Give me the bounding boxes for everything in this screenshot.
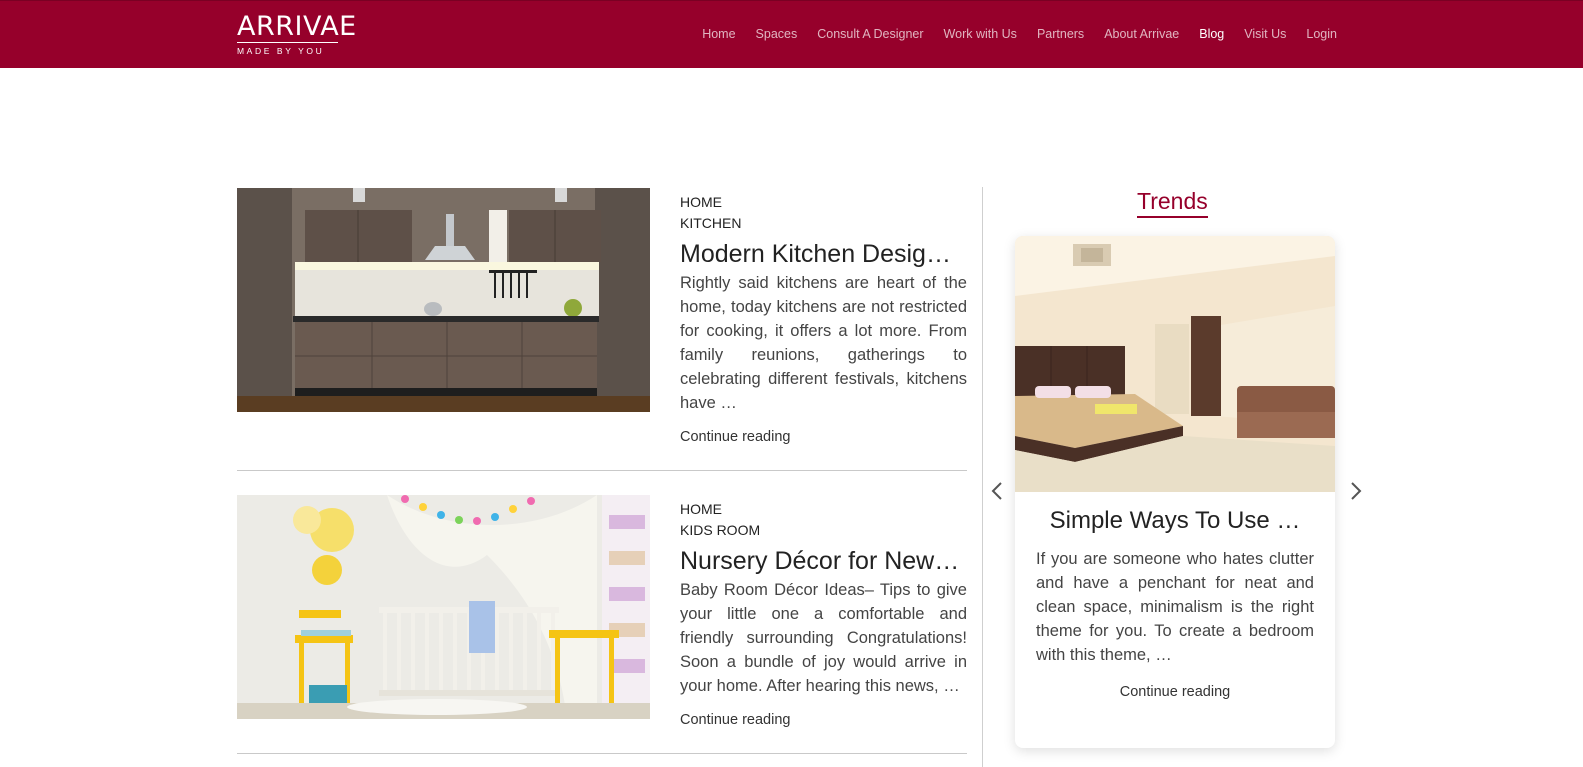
post-body: HOME KITCHEN Modern Kitchen Desig… Right… — [680, 192, 967, 445]
nav-login[interactable]: Login — [1306, 27, 1337, 41]
sidebar-separator — [982, 187, 983, 767]
post-image-nursery[interactable] — [237, 495, 650, 719]
brand-logo[interactable]: ARRIVAE MADE BY YOU — [237, 11, 357, 59]
trend-card-excerpt: If you are someone who hates clutter and… — [1036, 550, 1314, 664]
post-category-kids-room[interactable]: KIDS ROOM — [680, 520, 967, 541]
post-excerpt: Rightly said kitchens are heart of the h… — [680, 274, 967, 412]
post-category-home[interactable]: HOME — [680, 499, 967, 520]
continue-reading-link[interactable]: Continue reading — [680, 712, 967, 728]
continue-reading-link[interactable]: Continue reading — [1015, 684, 1335, 700]
brand-name: ARRIVAE — [237, 11, 357, 42]
nav-partners[interactable]: Partners — [1037, 27, 1084, 41]
post-divider — [237, 753, 967, 754]
nav-visit-us[interactable]: Visit Us — [1244, 27, 1286, 41]
nav-consult-a-designer[interactable]: Consult A Designer — [817, 27, 923, 41]
trend-card: Simple Ways To Use … If you are someone … — [1015, 236, 1335, 748]
continue-reading-link[interactable]: Continue reading — [680, 429, 967, 445]
post-image-kitchen[interactable] — [237, 188, 650, 412]
trend-card-image-bedroom[interactable] — [1015, 236, 1335, 492]
brand-tagline: MADE BY YOU — [237, 46, 325, 56]
chevron-left-icon — [991, 481, 1003, 506]
logo-rule — [237, 42, 338, 43]
trend-card-title[interactable]: Simple Ways To Use … — [1015, 507, 1335, 535]
post-divider — [237, 470, 967, 471]
carousel-prev-button[interactable] — [986, 480, 1008, 506]
trends-heading: Trends — [1137, 188, 1208, 218]
site-header: ARRIVAE MADE BY YOU Home Spaces Consult … — [0, 0, 1583, 68]
post-title[interactable]: Modern Kitchen Desig… — [680, 239, 967, 269]
main-nav: Home Spaces Consult A Designer Work with… — [702, 27, 1337, 41]
nav-home[interactable]: Home — [702, 27, 735, 41]
nav-work-with-us[interactable]: Work with Us — [944, 27, 1017, 41]
nav-spaces[interactable]: Spaces — [756, 27, 798, 41]
post-category-home[interactable]: HOME — [680, 192, 967, 213]
post-category-kitchen[interactable]: KITCHEN — [680, 213, 967, 234]
nav-blog[interactable]: Blog — [1199, 27, 1224, 41]
post-title[interactable]: Nursery Décor for New… — [680, 546, 967, 576]
chevron-right-icon — [1350, 481, 1362, 506]
carousel-next-button[interactable] — [1345, 480, 1367, 506]
nav-about-arrivae[interactable]: About Arrivae — [1104, 27, 1179, 41]
post-excerpt: Baby Room Décor Ideas– Tips to give your… — [680, 581, 967, 695]
post-body: HOME KIDS ROOM Nursery Décor for New… Ba… — [680, 499, 967, 728]
